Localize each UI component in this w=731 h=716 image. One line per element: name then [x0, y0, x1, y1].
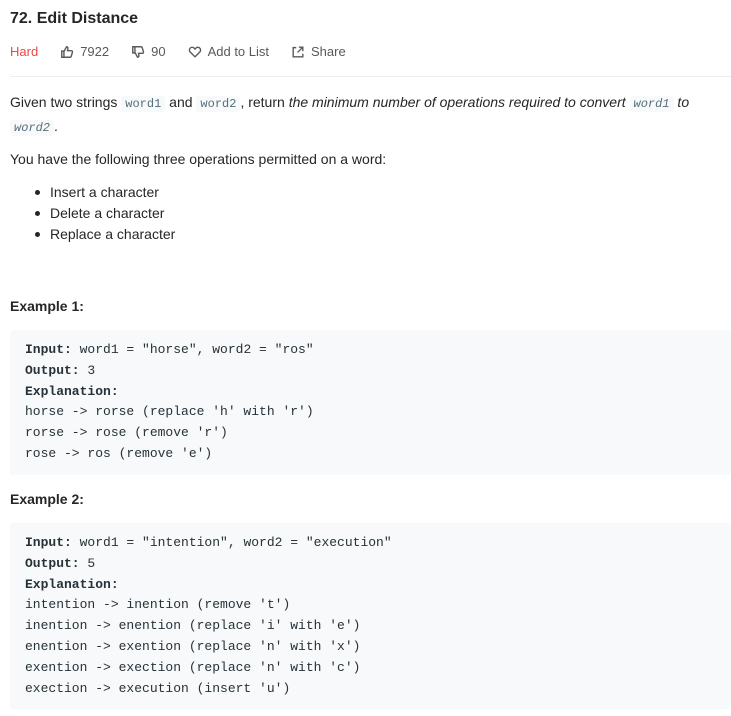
explanation-step: horse -> rorse (replace 'h' with 'r') [25, 404, 314, 420]
thumbs-up-icon [61, 45, 74, 58]
list-item: Insert a character [34, 182, 175, 203]
explanation-label: Explanation: [25, 576, 119, 592]
like-button[interactable]: 7922 [60, 44, 109, 59]
inline-code-word1: word1 [121, 96, 166, 112]
share-label: Share [311, 44, 346, 59]
input-value: word1 = "horse", word2 = "ros" [71, 342, 314, 357]
thumbs-down-icon [132, 45, 145, 58]
header-divider [10, 76, 731, 77]
input-label: Input: [25, 535, 72, 550]
explanation-label-line: Explanation: [25, 575, 731, 596]
share-icon [292, 45, 304, 58]
input-label: Input: [25, 342, 72, 357]
output-label: Output: [25, 362, 80, 378]
share-button[interactable]: Share [291, 44, 346, 59]
dislike-count: 90 [151, 44, 166, 59]
statement-text: . [54, 118, 58, 134]
output-value: 5 [79, 555, 96, 571]
explanation-step: exention -> exection (replace 'n' with '… [25, 659, 361, 675]
example-output-line: Output: 5 [25, 554, 731, 575]
problem-meta-bar: Hard 7922 90 Add to List Share [10, 44, 368, 59]
statement-text: Given two strings [10, 94, 122, 110]
inline-code-word2: word2 [10, 120, 55, 136]
statement-emphasis-text: to [673, 94, 690, 110]
operations-list: Insert a character Delete a character Re… [10, 182, 175, 245]
problem-title: 72. Edit Distance [10, 10, 139, 27]
explanation-step: inention -> enention (replace 'i' with '… [25, 618, 361, 634]
list-item: Replace a character [34, 224, 175, 245]
output-value: 3 [79, 362, 96, 378]
output-label: Output: [25, 555, 80, 571]
example-1-title: Example 1: [10, 298, 84, 314]
input-value: word1 = "intention", word2 = "execution" [71, 535, 392, 550]
statement-emphasis-text: the minimum number of operations require… [288, 94, 630, 110]
explanation-step: intention -> inention (remove 't') [25, 597, 291, 613]
explanation-step: enention -> exention (replace 'n' with '… [25, 638, 361, 654]
explanation-label-line: Explanation: [25, 382, 731, 403]
like-count: 7922 [80, 44, 110, 59]
inline-code-word1: word1 [629, 96, 674, 112]
example-output-line: Output: 3 [25, 361, 731, 382]
example-input-line: Input: word1 = "horse", word2 = "ros" [25, 340, 731, 361]
example-1-code-block: Input: word1 = "horse", word2 = "ros" Ou… [10, 330, 731, 475]
explanation-step: exection -> execution (insert 'u') [25, 680, 291, 696]
add-to-list-button[interactable]: Add to List [188, 44, 269, 59]
statement-text: and [165, 94, 197, 110]
explanation-step: rose -> ros (remove 'e') [25, 445, 213, 461]
explanation-step: rorse -> rose (remove 'r') [25, 425, 228, 441]
example-2-title: Example 2: [10, 491, 84, 507]
difficulty-badge: Hard [10, 44, 39, 59]
list-item: Delete a character [34, 203, 175, 224]
problem-statement: Given two strings word1 and word2, retur… [10, 91, 725, 139]
statement-text: , return [240, 94, 289, 110]
explanation-label: Explanation: [25, 383, 119, 399]
inline-code-word2: word2 [196, 96, 241, 112]
add-to-list-label: Add to List [207, 44, 270, 59]
heart-icon [188, 46, 201, 58]
dislike-button[interactable]: 90 [131, 44, 166, 59]
example-2-code-block: Input: word1 = "intention", word2 = "exe… [10, 523, 731, 709]
operations-intro: You have the following three operations … [10, 151, 387, 167]
example-input-line: Input: word1 = "intention", word2 = "exe… [25, 533, 731, 554]
